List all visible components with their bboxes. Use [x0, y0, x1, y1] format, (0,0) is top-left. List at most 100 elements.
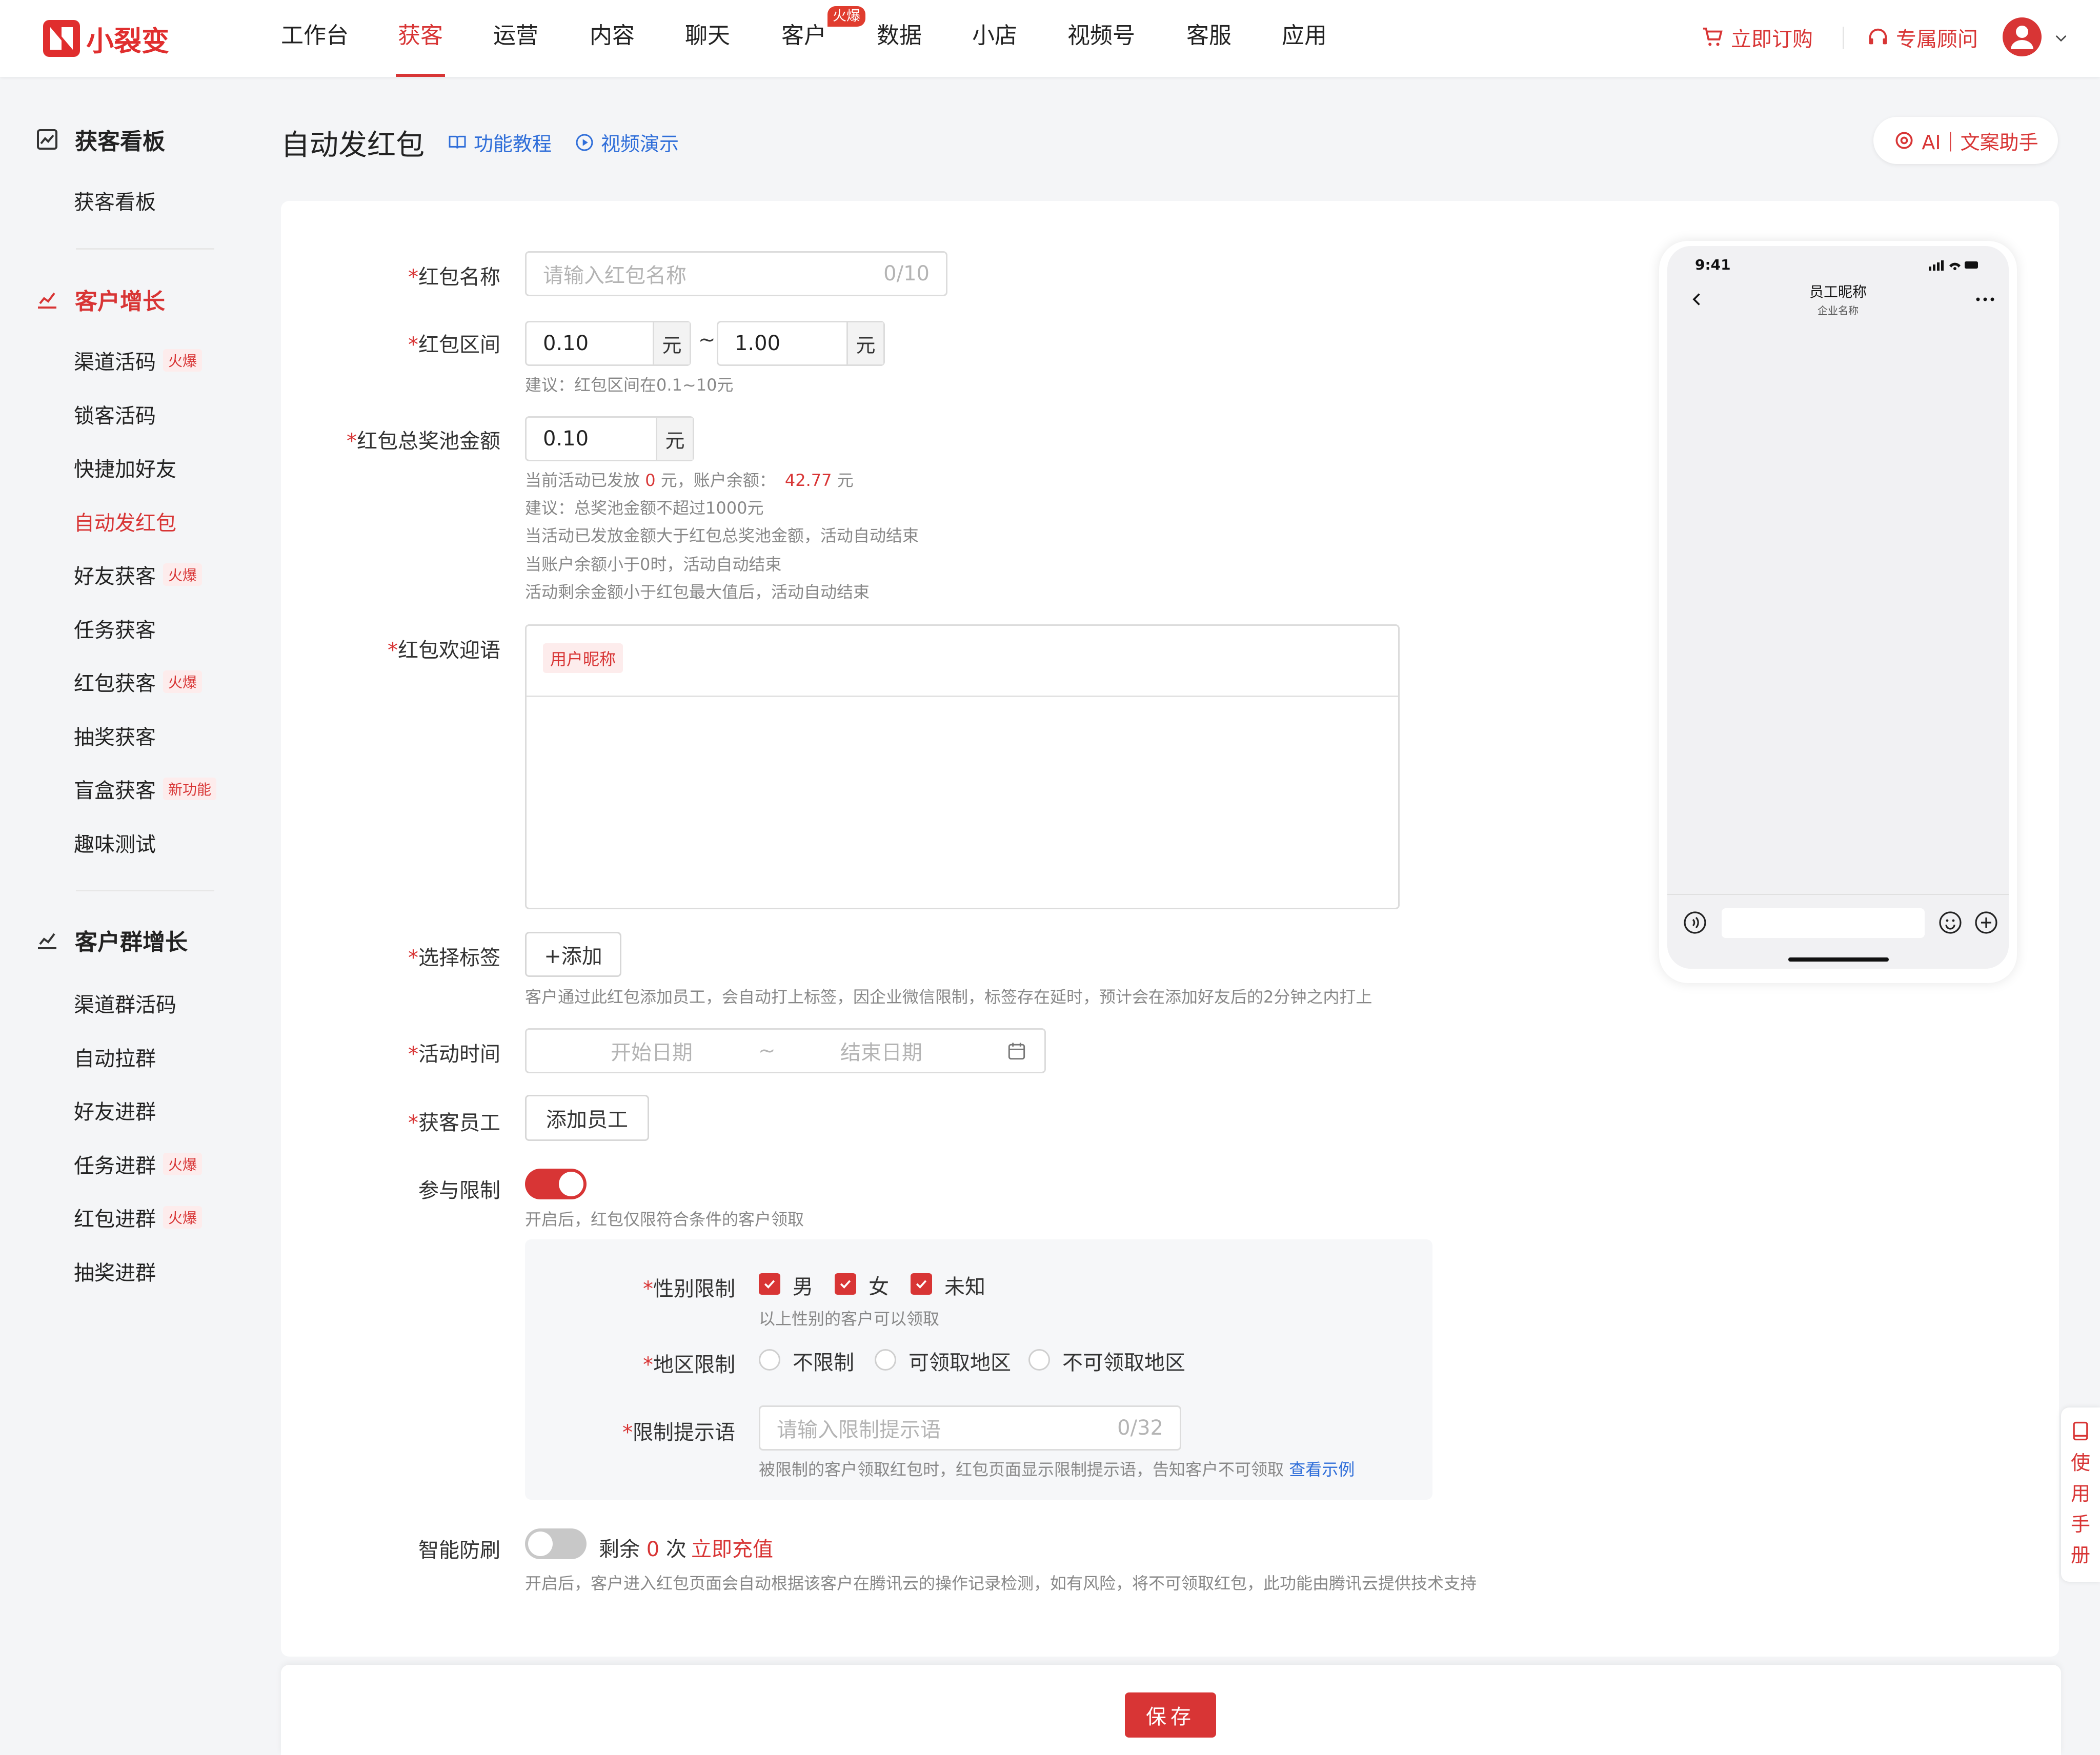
divider: [1843, 27, 1844, 49]
unit-label: 元: [656, 418, 693, 460]
chevron-down-icon[interactable]: [2053, 30, 2069, 46]
editor-divider: [527, 696, 1398, 697]
sidebar-item[interactable]: 渠道活码 火爆: [74, 345, 203, 375]
plus-icon[interactable]: [1974, 910, 1998, 935]
add-tag-button[interactable]: +添加: [525, 932, 621, 977]
limit-tip-input[interactable]: 请输入限制提示语 0/32: [759, 1405, 1181, 1451]
region-allowed-radio[interactable]: [875, 1349, 896, 1371]
nav-item[interactable]: 获客: [398, 21, 443, 51]
headset-icon: [1869, 28, 1887, 45]
sidebar-item[interactable]: 红包获客 火爆: [74, 667, 203, 697]
top-navbar: 小裂变 工作台 获客 运营 内容 聊天 客户 火爆 数据 小店 视频号 客服 应用 立即订购 专属顾问: [0, 0, 2100, 77]
sidebar-item[interactable]: 抽奖获客: [74, 721, 156, 750]
staff-label: *获客员工: [408, 1111, 500, 1135]
sidebar-item[interactable]: 获客看板: [74, 186, 156, 215]
save-button[interactable]: 保存: [1125, 1692, 1216, 1738]
pool-hint: 当账户余额小于0时，活动自动结束: [525, 555, 782, 574]
range-min-input[interactable]: 0.10 元: [525, 321, 691, 366]
sidebar-section-sec2[interactable]: 客户增长: [35, 283, 165, 316]
logo-text: 小裂变: [86, 25, 169, 57]
nickname-chip[interactable]: 用户昵称: [543, 643, 623, 673]
tutorial-link[interactable]: 功能教程: [447, 128, 552, 156]
tip-hint: 被限制的客户领取红包时，红包页面显示限制提示语，告知客户不可领取 查看示例: [759, 1460, 1355, 1479]
unit-label: 元: [846, 322, 883, 364]
gender-female-checkbox[interactable]: [835, 1273, 856, 1295]
sidebar-item[interactable]: 盲盒获客 新功能: [74, 774, 217, 804]
sidebar-item-tag: 火爆: [163, 1152, 203, 1175]
phone-preview: 9:41 员工昵称 企业名称: [1659, 241, 2017, 983]
sidebar-item[interactable]: 好友进群: [74, 1095, 156, 1125]
consultant-link[interactable]: 专属顾问: [1866, 23, 1978, 52]
home-indicator: [1788, 957, 1889, 962]
sidebar-item[interactable]: 好友获客 火爆: [74, 560, 203, 589]
greeting-label: *红包欢迎语: [388, 639, 500, 662]
nav-item[interactable]: 内容: [590, 21, 635, 51]
sidebar-section-sec1[interactable]: 获客看板: [35, 123, 165, 156]
pool-hint: 活动剩余金额小于红包最大值后，活动自动结束: [525, 582, 870, 602]
nav-active-underline: [396, 74, 445, 77]
voice-icon[interactable]: [1683, 910, 1707, 935]
antifraud-toggle[interactable]: [525, 1528, 587, 1559]
nav-item[interactable]: 应用: [1282, 21, 1327, 51]
sidebar-item-tag: 新功能: [163, 778, 217, 800]
nav-item[interactable]: 运营: [493, 21, 538, 51]
region-blocked-radio[interactable]: [1028, 1349, 1050, 1371]
nav-item[interactable]: 客户: [781, 21, 826, 51]
pool-amount-input[interactable]: 0.10 元: [525, 416, 694, 461]
sidebar-item[interactable]: 锁客活码: [74, 399, 156, 429]
ai-icon: [1895, 132, 1913, 149]
order-link[interactable]: 立即订购: [1701, 23, 1813, 52]
nav-item[interactable]: 小店: [972, 21, 1017, 51]
limit-toggle[interactable]: [525, 1169, 587, 1199]
gender-male-label: 男: [793, 1275, 813, 1299]
sidebar-item-tag: 火爆: [163, 670, 203, 693]
pool-status: 当前活动已发放 0 元，账户余额： 42.77 元: [525, 471, 854, 490]
range-label: *红包区间: [408, 333, 500, 357]
range-max-input[interactable]: 1.00 元: [717, 321, 885, 366]
gender-label: *性别限制: [643, 1277, 735, 1301]
sidebar-item[interactable]: 趣味测试: [74, 828, 156, 858]
pool-hint: 当活动已发放金额大于红包总奖池金额，活动自动结束: [525, 526, 919, 545]
recharge-link[interactable]: 立即充值: [691, 1533, 773, 1562]
chat-input[interactable]: [1722, 908, 1925, 938]
sidebar-item[interactable]: 快捷加好友: [74, 453, 176, 482]
avatar[interactable]: [2003, 17, 2042, 56]
manual-book-icon: [2073, 1421, 2088, 1441]
more-icon[interactable]: [1975, 295, 1995, 303]
ai-copy-assistant-button[interactable]: AI｜文案助手: [1873, 117, 2058, 164]
gender-male-checkbox[interactable]: [759, 1273, 780, 1295]
sidebar-item[interactable]: 任务获客: [74, 614, 156, 643]
hot-badge: 火爆: [827, 6, 865, 27]
nav-item[interactable]: 数据: [877, 21, 922, 51]
sidebar-item[interactable]: 自动发红包: [74, 506, 176, 536]
region-unlimited-radio[interactable]: [759, 1349, 780, 1371]
user-manual-tab[interactable]: 使 用 手 册: [2061, 1407, 2100, 1582]
region-allowed-label: 可领取地区: [908, 1351, 1011, 1375]
sidebar-item[interactable]: 任务进群 火爆: [74, 1149, 203, 1179]
nav-item[interactable]: 客服: [1186, 21, 1231, 51]
gender-unknown-label: 未知: [944, 1275, 985, 1299]
sidebar-item[interactable]: 自动拉群: [74, 1042, 156, 1072]
sidebar-item[interactable]: 渠道群活码: [74, 988, 176, 1018]
sidebar-item[interactable]: 抽奖进群: [74, 1256, 156, 1286]
sidebar-item-tag: 火爆: [163, 563, 203, 586]
name-input[interactable]: 请输入红包名称 0/10: [525, 251, 947, 296]
greeting-editor[interactable]: 用户昵称: [525, 624, 1400, 909]
region-label: *地区限制: [643, 1353, 735, 1377]
date-range-picker[interactable]: 开始日期 ~ 结束日期: [525, 1028, 1046, 1073]
sidebar-divider: [76, 890, 214, 891]
add-staff-button[interactable]: 添加员工: [525, 1095, 649, 1141]
nav-item[interactable]: 工作台: [281, 21, 349, 51]
sidebar-section-sec3[interactable]: 客户群增长: [35, 924, 188, 956]
nav-item[interactable]: 视频号: [1067, 21, 1135, 51]
sidebar-item[interactable]: 红包进群 火爆: [74, 1202, 203, 1232]
app-logo[interactable]: 小裂变: [43, 18, 169, 58]
emoji-icon[interactable]: [1938, 910, 1963, 935]
region-unlimited-label: 不限制: [793, 1351, 854, 1375]
chat-nickname: 员工昵称: [1809, 283, 1867, 300]
view-example-link[interactable]: 查看示例: [1289, 1460, 1355, 1479]
play-icon: [576, 134, 593, 151]
nav-item[interactable]: 聊天: [685, 21, 730, 51]
video-demo-link[interactable]: 视频演示: [574, 128, 679, 156]
gender-unknown-checkbox[interactable]: [911, 1273, 932, 1295]
